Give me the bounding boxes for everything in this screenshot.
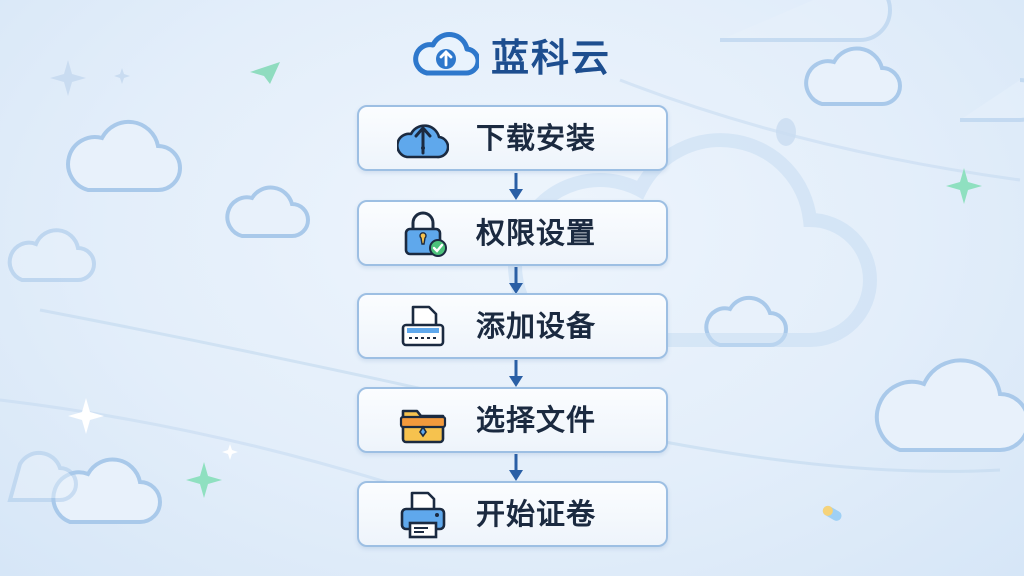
cloud-icon bbox=[7, 450, 78, 502]
arrow-down-icon bbox=[509, 267, 523, 294]
cloud-icon bbox=[225, 185, 310, 238]
arrow-down-icon bbox=[509, 360, 523, 387]
cloud-icon bbox=[66, 119, 182, 192]
cloud-upload-icon bbox=[413, 32, 479, 76]
pill-icon bbox=[822, 505, 842, 521]
arrow-down-icon bbox=[509, 173, 523, 200]
cloud-icon bbox=[7, 228, 96, 282]
folder-icon bbox=[399, 409, 447, 444]
arrow-down-icon bbox=[509, 454, 523, 481]
scanner-icon bbox=[401, 305, 445, 347]
step-label: 选择文件 bbox=[476, 403, 597, 437]
step-label: 权限设置 bbox=[476, 216, 597, 250]
page: 蓝科云 下载安装 权限设置 添加设备 选择文件 开始证卷 bbox=[0, 0, 1024, 576]
cloud-upload-icon bbox=[397, 124, 449, 159]
step-label: 下载安装 bbox=[476, 121, 597, 155]
step-start-printing[interactable]: 开始证卷 bbox=[357, 481, 668, 547]
step-add-device[interactable]: 添加设备 bbox=[357, 293, 668, 359]
bubble-shape bbox=[776, 118, 796, 146]
cloud-icon bbox=[874, 358, 1024, 452]
step-download-install[interactable]: 下载安装 bbox=[357, 105, 668, 171]
step-label: 添加设备 bbox=[476, 309, 597, 343]
step-permission-settings[interactable]: 权限设置 bbox=[357, 200, 668, 266]
sparkle-icon bbox=[68, 398, 104, 434]
cloud-icon bbox=[960, 78, 1024, 122]
step-select-file[interactable]: 选择文件 bbox=[357, 387, 668, 453]
printer-icon bbox=[400, 491, 446, 539]
sparkle-icon bbox=[186, 462, 222, 498]
header: 蓝科云 bbox=[0, 26, 1024, 82]
lock-check-icon bbox=[404, 211, 447, 257]
app-title: 蓝科云 bbox=[490, 35, 611, 80]
sparkle-icon bbox=[222, 444, 238, 460]
step-label: 开始证卷 bbox=[476, 497, 597, 531]
